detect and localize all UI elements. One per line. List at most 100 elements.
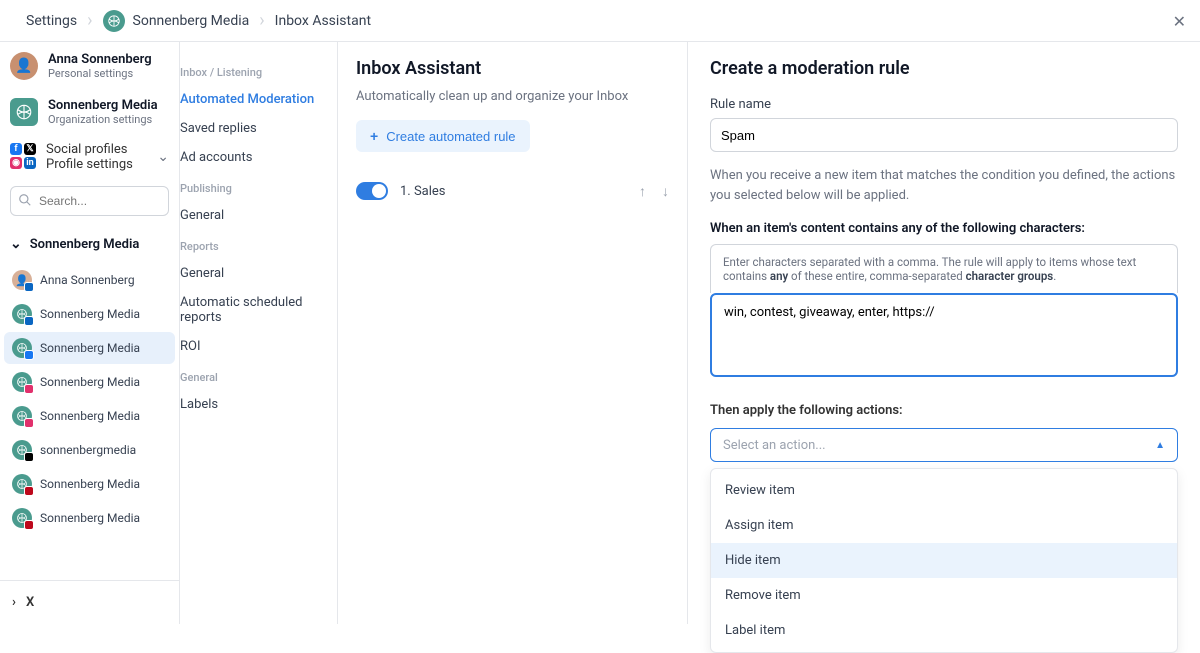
topbar: Settings › Sonnenberg Media › Inbox Assi… bbox=[0, 0, 1200, 42]
rule-row: 1. Sales ↑ ↓ bbox=[356, 182, 669, 200]
ig-badge-icon bbox=[24, 418, 34, 428]
caret-up-icon: ▲ bbox=[1155, 440, 1165, 451]
pin-badge-icon bbox=[24, 486, 34, 496]
rule-name-input[interactable] bbox=[710, 118, 1178, 152]
breadcrumb-page: Inbox Assistant bbox=[261, 0, 385, 42]
dropdown-option[interactable]: Label item bbox=[711, 613, 1177, 648]
rule-toggle[interactable] bbox=[356, 182, 388, 200]
menu-item[interactable]: Ad accounts bbox=[180, 143, 337, 172]
bottom-x-label: X bbox=[26, 595, 34, 610]
fb-badge-icon bbox=[24, 350, 34, 360]
action-dropdown[interactable]: Select an action... ▲ bbox=[710, 428, 1178, 462]
profile-avatar bbox=[12, 406, 32, 426]
close-icon[interactable]: ✕ bbox=[1173, 12, 1186, 31]
moderation-rule-panel: Create a moderation rule Rule name When … bbox=[688, 42, 1200, 624]
breadcrumb-org[interactable]: Sonnenberg Media bbox=[89, 0, 264, 42]
tree-header[interactable]: ⌄ Sonnenberg Media bbox=[0, 222, 179, 262]
chevron-right-icon: › bbox=[12, 595, 16, 610]
avatar: 👤 bbox=[10, 52, 38, 80]
condition-title: When an item's content contains any of t… bbox=[710, 221, 1178, 236]
profile-avatar bbox=[12, 338, 32, 358]
instagram-icon: ◉ bbox=[10, 157, 22, 169]
action-title: Then apply the following actions: bbox=[710, 403, 1178, 418]
create-rule-label: Create automated rule bbox=[386, 129, 515, 144]
profile-item[interactable]: Sonnenberg Media bbox=[4, 298, 175, 330]
move-up-icon[interactable]: ↑ bbox=[639, 183, 646, 200]
menu-item[interactable]: Saved replies bbox=[180, 114, 337, 143]
settings-menu: Inbox / ListeningAutomated ModerationSav… bbox=[180, 42, 338, 624]
linkedin-icon: in bbox=[24, 157, 36, 169]
profile-item[interactable]: Sonnenberg Media bbox=[4, 366, 175, 398]
profile-name: Sonnenberg Media bbox=[40, 511, 140, 525]
in-badge-icon bbox=[24, 316, 34, 326]
profile-avatar bbox=[12, 440, 32, 460]
profile-item[interactable]: 👤 Anna Sonnenberg bbox=[4, 264, 175, 296]
search-input[interactable] bbox=[10, 186, 169, 216]
profile-avatar bbox=[12, 474, 32, 494]
chevron-down-icon[interactable]: ⌄ bbox=[157, 149, 169, 165]
profile-name: Anna Sonnenberg bbox=[40, 273, 135, 287]
profile-avatar: 👤 bbox=[12, 270, 32, 290]
dropdown-placeholder: Select an action... bbox=[723, 438, 826, 453]
in-badge-icon bbox=[24, 282, 34, 292]
characters-input[interactable] bbox=[710, 293, 1178, 377]
menu-item[interactable]: Automated Moderation bbox=[180, 85, 337, 114]
sidebar-accounts: 👤 Anna Sonnenberg Personal settings Sonn… bbox=[0, 42, 180, 624]
profile-item[interactable]: Sonnenberg Media bbox=[4, 332, 175, 364]
menu-heading-publishing: Publishing bbox=[180, 172, 337, 201]
profile-name: Sonnenberg Media bbox=[40, 375, 140, 389]
create-rule-button[interactable]: + Create automated rule bbox=[356, 120, 530, 152]
account-social-profiles[interactable]: f 𝕏 ◉ in Social profiles Profile setting… bbox=[0, 134, 179, 180]
breadcrumb-org-label: Sonnenberg Media bbox=[133, 13, 250, 29]
rule-label[interactable]: 1. Sales bbox=[400, 184, 446, 199]
move-down-icon[interactable]: ↓ bbox=[662, 183, 669, 200]
tree-header-label: Sonnenberg Media bbox=[30, 237, 140, 252]
bottom-x-row[interactable]: › X bbox=[0, 580, 179, 624]
account-name: Sonnenberg Media bbox=[48, 98, 158, 113]
x-icon: 𝕏 bbox=[24, 143, 36, 155]
menu-item[interactable]: General bbox=[180, 201, 337, 230]
plus-icon: + bbox=[370, 128, 378, 144]
profile-name: sonnenbergmedia bbox=[40, 443, 136, 457]
menu-item[interactable]: General bbox=[180, 259, 337, 288]
page-title: Inbox Assistant bbox=[356, 58, 669, 79]
hint-box: Enter characters separated with a comma.… bbox=[710, 244, 1178, 293]
menu-heading-reports: Reports bbox=[180, 230, 337, 259]
pin-badge-icon bbox=[24, 520, 34, 530]
search-box bbox=[10, 186, 169, 216]
dropdown-option[interactable]: Hide item bbox=[711, 543, 1177, 578]
profile-name: Sonnenberg Media bbox=[40, 409, 140, 423]
account-name: Anna Sonnenberg bbox=[48, 52, 152, 67]
profile-item[interactable]: Sonnenberg Media bbox=[4, 468, 175, 500]
profile-avatar bbox=[12, 508, 32, 528]
profile-name: Sonnenberg Media bbox=[40, 307, 140, 321]
profile-item[interactable]: Sonnenberg Media bbox=[4, 400, 175, 432]
social-icons-stack: f 𝕏 ◉ in bbox=[10, 143, 38, 171]
profile-name: Sonnenberg Media bbox=[40, 341, 140, 355]
account-personal[interactable]: 👤 Anna Sonnenberg Personal settings bbox=[0, 42, 179, 88]
menu-item[interactable]: Automatic scheduled reports bbox=[180, 288, 337, 332]
dropdown-menu: Review itemAssign itemHide itemRemove it… bbox=[710, 468, 1178, 653]
account-org[interactable]: Sonnenberg Media Organization settings bbox=[0, 88, 179, 134]
rule-name-label: Rule name bbox=[710, 97, 1178, 112]
panel-title: Create a moderation rule bbox=[710, 58, 1178, 79]
org-logo-icon bbox=[103, 10, 125, 32]
tt-badge-icon bbox=[24, 452, 34, 462]
ig-badge-icon bbox=[24, 384, 34, 394]
dropdown-option[interactable]: Remove item bbox=[711, 578, 1177, 613]
menu-item[interactable]: ROI bbox=[180, 332, 337, 361]
profile-item[interactable]: Sonnenberg Media bbox=[4, 502, 175, 534]
menu-heading-inbox: Inbox / Listening bbox=[180, 56, 337, 85]
profile-item[interactable]: sonnenbergmedia bbox=[4, 434, 175, 466]
page-subtitle: Automatically clean up and organize your… bbox=[356, 89, 669, 104]
account-sub: Organization settings bbox=[48, 113, 158, 126]
org-avatar-icon bbox=[10, 98, 38, 126]
chevron-down-icon: ⌄ bbox=[10, 236, 22, 252]
facebook-icon: f bbox=[10, 143, 22, 155]
menu-item[interactable]: Labels bbox=[180, 390, 337, 419]
dropdown-option[interactable]: Review item bbox=[711, 473, 1177, 508]
menu-heading-general: General bbox=[180, 361, 337, 390]
profile-name: Sonnenberg Media bbox=[40, 477, 140, 491]
breadcrumb-settings[interactable]: Settings bbox=[12, 0, 91, 42]
dropdown-option[interactable]: Assign item bbox=[711, 508, 1177, 543]
